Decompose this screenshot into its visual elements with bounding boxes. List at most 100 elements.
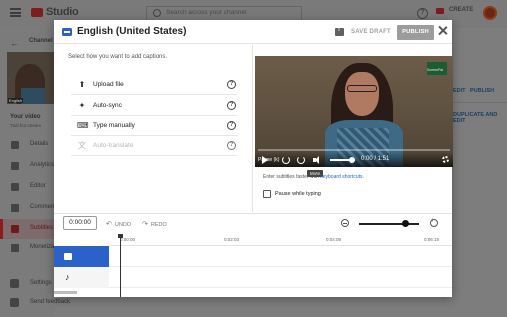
timeline-ruler: 0:00:00 0:02:03 0:04:08 0:06:15	[109, 234, 452, 246]
video-frame-glasses	[347, 85, 377, 92]
sidebar-item-label: Analytics	[30, 162, 55, 168]
undo-icon: ↶	[106, 221, 112, 228]
audio-track[interactable]	[109, 267, 452, 288]
option-label: Auto-translate	[93, 142, 134, 149]
volume-knob[interactable]	[349, 157, 355, 163]
tick-label: 0:06:15	[424, 237, 440, 242]
dollar-icon	[11, 244, 19, 252]
video-thumbnail[interactable]	[7, 52, 55, 104]
help-icon[interactable]: ?	[227, 80, 236, 89]
sidebar-item-details[interactable]: Details	[0, 135, 55, 155]
sidebar-item-monetization[interactable]: Monetization	[0, 238, 64, 258]
zoom-knob[interactable]	[402, 220, 409, 227]
help-icon[interactable]: ?	[227, 101, 236, 110]
play-icon[interactable]	[262, 156, 268, 164]
youtube-logo-icon[interactable]	[31, 8, 43, 17]
progress-bar[interactable]	[258, 149, 450, 151]
editor-icon	[11, 183, 19, 191]
back-arrow-icon[interactable]: ←	[10, 38, 19, 48]
video-player[interactable]: ScreenPal Pause (k) 0:00 / 1:51	[255, 56, 453, 167]
undo-button[interactable]: ↶ UNDO	[106, 220, 131, 228]
divider	[453, 102, 507, 103]
timeline-scrollbar[interactable]	[54, 291, 77, 294]
sidebar-item-label: Settings	[30, 280, 52, 286]
sidebar-item-subtitles[interactable]: Subtitles	[0, 219, 55, 239]
sidebar-item-label: Editor	[30, 183, 46, 189]
studio-wordmark: Studio	[46, 6, 79, 18]
option-label: Auto-sync	[93, 102, 122, 109]
menu-icon[interactable]	[10, 8, 21, 17]
playhead[interactable]	[120, 234, 121, 297]
music-note-icon: ♪	[65, 272, 70, 282]
option-upload-file[interactable]: ⬆ Upload file ?	[71, 75, 237, 95]
pencil-icon	[11, 141, 19, 149]
captions-icon	[62, 28, 72, 36]
sidebar-item-analytics[interactable]: Analytics	[0, 156, 55, 176]
auto-sync-icon: ✦	[78, 101, 86, 110]
forward-icon[interactable]	[297, 156, 305, 164]
pause-while-typing-label: Pause while typing	[275, 191, 321, 197]
edit-button[interactable]: EDIT	[453, 88, 466, 94]
search-input[interactable]: Search across your channel	[166, 9, 247, 16]
timeline-toolbar: 0:00:00 ↶ UNDO ↷ REDO	[54, 213, 452, 234]
help-icon[interactable]: ?	[417, 8, 428, 19]
zoom-in-icon[interactable]	[430, 218, 438, 227]
redo-button[interactable]: ↷ REDO	[142, 220, 167, 228]
timeline[interactable]: 0:00:00 0:02:03 0:04:08 0:06:15 ♪	[54, 234, 452, 297]
sidebar-item-comments[interactable]: Comments	[0, 198, 59, 218]
redo-icon: ↷	[142, 221, 148, 228]
video-frame-face	[345, 72, 379, 116]
upload-icon: ⬆	[78, 80, 86, 89]
caption-method-pane: Select how you want to add captions. ⬆ U…	[54, 45, 253, 212]
subtitles-icon	[11, 225, 19, 233]
pause-while-typing-checkbox[interactable]	[263, 190, 271, 198]
your-video-title: Your video	[10, 114, 41, 120]
subtitle-track[interactable]	[109, 246, 452, 267]
sidebar-item-label: Send feedback	[30, 299, 71, 305]
watermark-text: ScreenPal	[427, 68, 444, 72]
shortcut-prefix: Enter subtitles faster with	[263, 174, 321, 180]
undo-label: UNDO	[114, 222, 132, 228]
volume-icon[interactable]	[313, 156, 321, 164]
current-time-input[interactable]: 0:00:00	[63, 216, 97, 230]
sidebar-item-editor[interactable]: Editor	[0, 177, 55, 197]
time-display: 0:00 / 1:51	[361, 156, 390, 162]
instruction-text: Select how you want to add captions.	[68, 54, 168, 60]
main-content-edge	[453, 28, 507, 317]
video-preview-pane: ScreenPal Pause (k) 0:00 / 1:51 Mute Ent…	[254, 45, 453, 212]
help-icon[interactable]: ?	[227, 141, 236, 150]
subtitle-track-label	[54, 246, 109, 267]
create-label: CREATE	[449, 7, 474, 13]
tick-label: 0:04:08	[326, 237, 342, 242]
subtitles-modal: English (United States) SAVE DRAFT PUBLI…	[54, 20, 453, 297]
video-camera-icon	[436, 8, 444, 14]
zoom-slider[interactable]	[359, 223, 419, 225]
tick-label: 0:02:03	[224, 237, 240, 242]
analytics-icon	[11, 162, 19, 170]
modal-title: English (United States)	[77, 26, 187, 37]
your-video-subtitle: Trial bot stream	[10, 123, 42, 128]
option-label: Upload file	[93, 81, 124, 88]
save-draft-button[interactable]: SAVE DRAFT	[351, 29, 391, 35]
keyboard-shortcuts-link[interactable]: keyboard shortcuts.	[320, 174, 364, 180]
translate-icon: 文	[78, 141, 86, 150]
help-icon[interactable]: ?	[227, 121, 236, 130]
option-type-manually[interactable]: ⌨ Type manually ?	[71, 116, 237, 136]
sidebar-item-label: Subtitles	[30, 225, 54, 231]
option-auto-sync[interactable]: ✦ Auto-sync ?	[71, 96, 237, 116]
keyboard-icon: ⌨	[77, 121, 89, 130]
shortcut-text: Enter subtitles faster with keyboard sho…	[263, 174, 364, 180]
sidebar-item-label: Details	[30, 141, 49, 147]
gear-icon[interactable]	[442, 156, 449, 163]
avatar[interactable]	[483, 6, 497, 20]
zoom-out-icon[interactable]	[341, 219, 349, 227]
create-button[interactable]: CREATE	[436, 7, 474, 19]
report-icon[interactable]	[335, 27, 344, 36]
close-icon[interactable]	[437, 25, 449, 37]
duplicate-and-edit-button[interactable]: DUPLICATE AND EDIT	[453, 112, 507, 124]
redo-label: REDO	[150, 222, 167, 228]
subtitles-icon	[64, 253, 72, 260]
rewind-icon[interactable]	[282, 156, 290, 164]
publish-button[interactable]: PUBLISH	[397, 25, 434, 40]
publish-button-background[interactable]: PUBLISH	[470, 88, 494, 94]
